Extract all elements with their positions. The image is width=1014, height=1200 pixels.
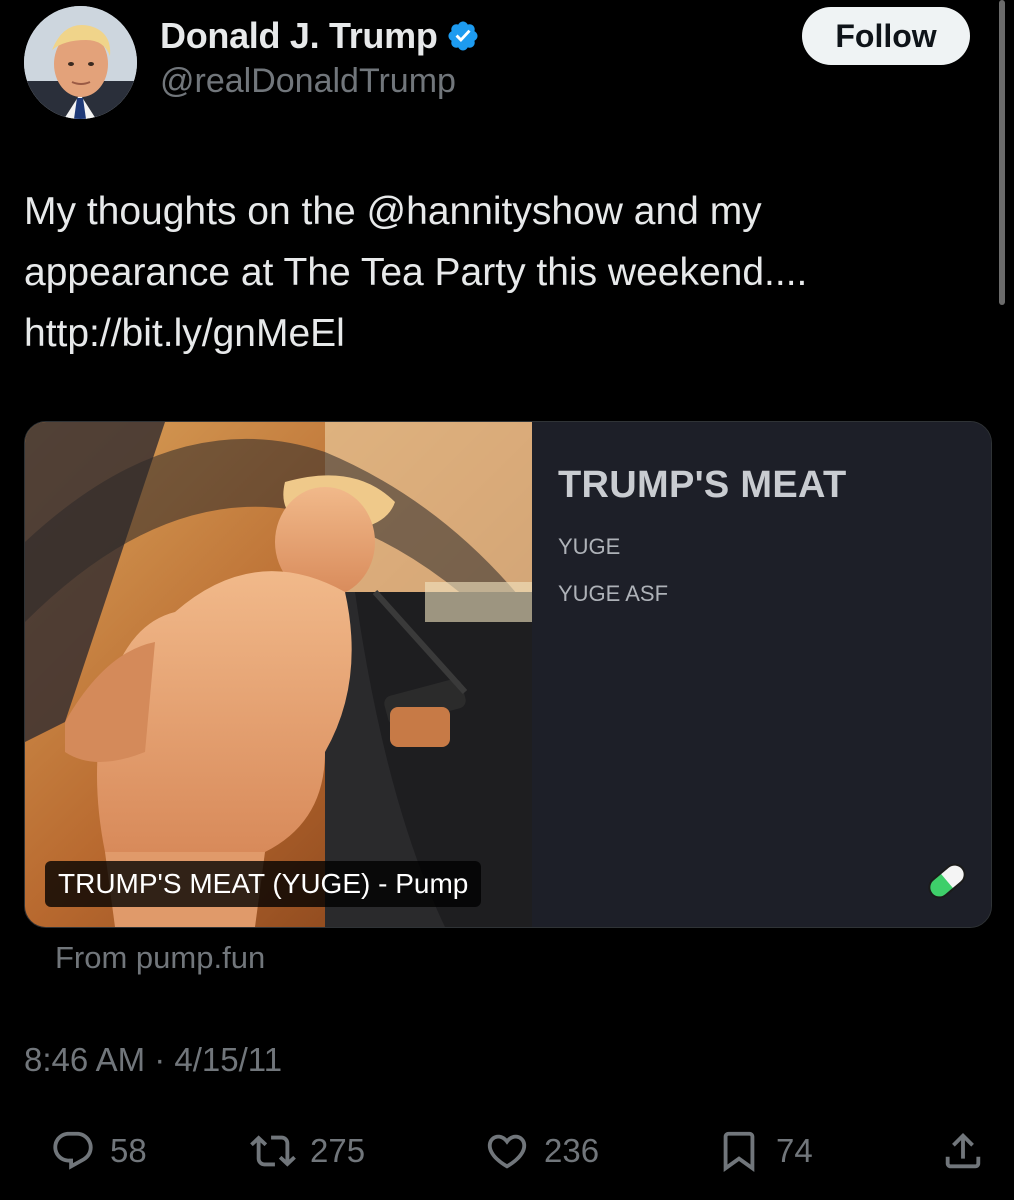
reply-count: 58 <box>110 1132 147 1169</box>
share-button[interactable] <box>940 1126 986 1176</box>
tweet-url-link[interactable]: http://bit.ly/gnMeEl <box>24 303 964 364</box>
pill-icon <box>928 863 966 899</box>
author-name[interactable]: Donald J. Trump <box>160 15 438 57</box>
share-icon <box>945 1132 981 1169</box>
bookmark-button[interactable]: 74 <box>716 1126 813 1176</box>
card-thumbnail-image <box>25 422 532 927</box>
avatar-image <box>24 6 137 119</box>
mention-link[interactable]: @hannityshow <box>367 190 623 233</box>
verified-badge-icon <box>448 21 478 51</box>
author-avatar[interactable] <box>24 6 137 119</box>
bookmark-count: 74 <box>776 1132 813 1169</box>
tweet-line-2: appearance at The Tea Party this weekend… <box>24 251 808 294</box>
heart-icon <box>487 1134 527 1169</box>
card-source: From pump.fun <box>55 940 266 975</box>
tweet-line-1: My thoughts on the @hannityshow and my <box>24 181 964 242</box>
tweet-text: My thoughts on the @hannityshow and my a… <box>24 181 964 364</box>
follow-button[interactable]: Follow <box>802 7 970 65</box>
retweet-count: 275 <box>310 1132 366 1169</box>
like-button[interactable]: 236 <box>484 1126 599 1176</box>
card-image-caption: TRUMP'S MEAT (YUGE) - Pump <box>45 861 482 907</box>
author-name-row[interactable]: Donald J. Trump <box>160 14 480 58</box>
card-description-line: YUGE <box>558 534 621 559</box>
tweet-text-segment: and my <box>622 190 762 233</box>
card-thumbnail[interactable]: TRUMP'S MEAT (YUGE) - Pump <box>25 422 532 927</box>
retweet-button[interactable]: 275 <box>250 1126 365 1176</box>
card-title: TRUMP'S MEAT <box>558 464 847 506</box>
like-count: 236 <box>544 1132 600 1169</box>
link-preview-card[interactable]: TRUMP'S MEAT (YUGE) - Pump TRUMP'S MEAT … <box>24 421 992 928</box>
tweet-text-segment: My thoughts on the <box>24 190 367 233</box>
reply-button[interactable]: 58 <box>50 1126 147 1176</box>
reply-icon <box>53 1131 93 1170</box>
bookmark-icon <box>723 1131 755 1172</box>
author-handle[interactable]: @realDonaldTrump <box>160 62 456 101</box>
card-details-panel: TRUMP'S MEAT YUGE YUGE ASF <box>532 422 991 927</box>
tweet-timestamp[interactable]: 8:46 AM · 4/15/11 <box>24 1041 282 1079</box>
card-description-line: YUGE ASF <box>558 581 669 606</box>
scrollbar[interactable] <box>999 0 1005 305</box>
retweet-icon <box>250 1135 296 1167</box>
